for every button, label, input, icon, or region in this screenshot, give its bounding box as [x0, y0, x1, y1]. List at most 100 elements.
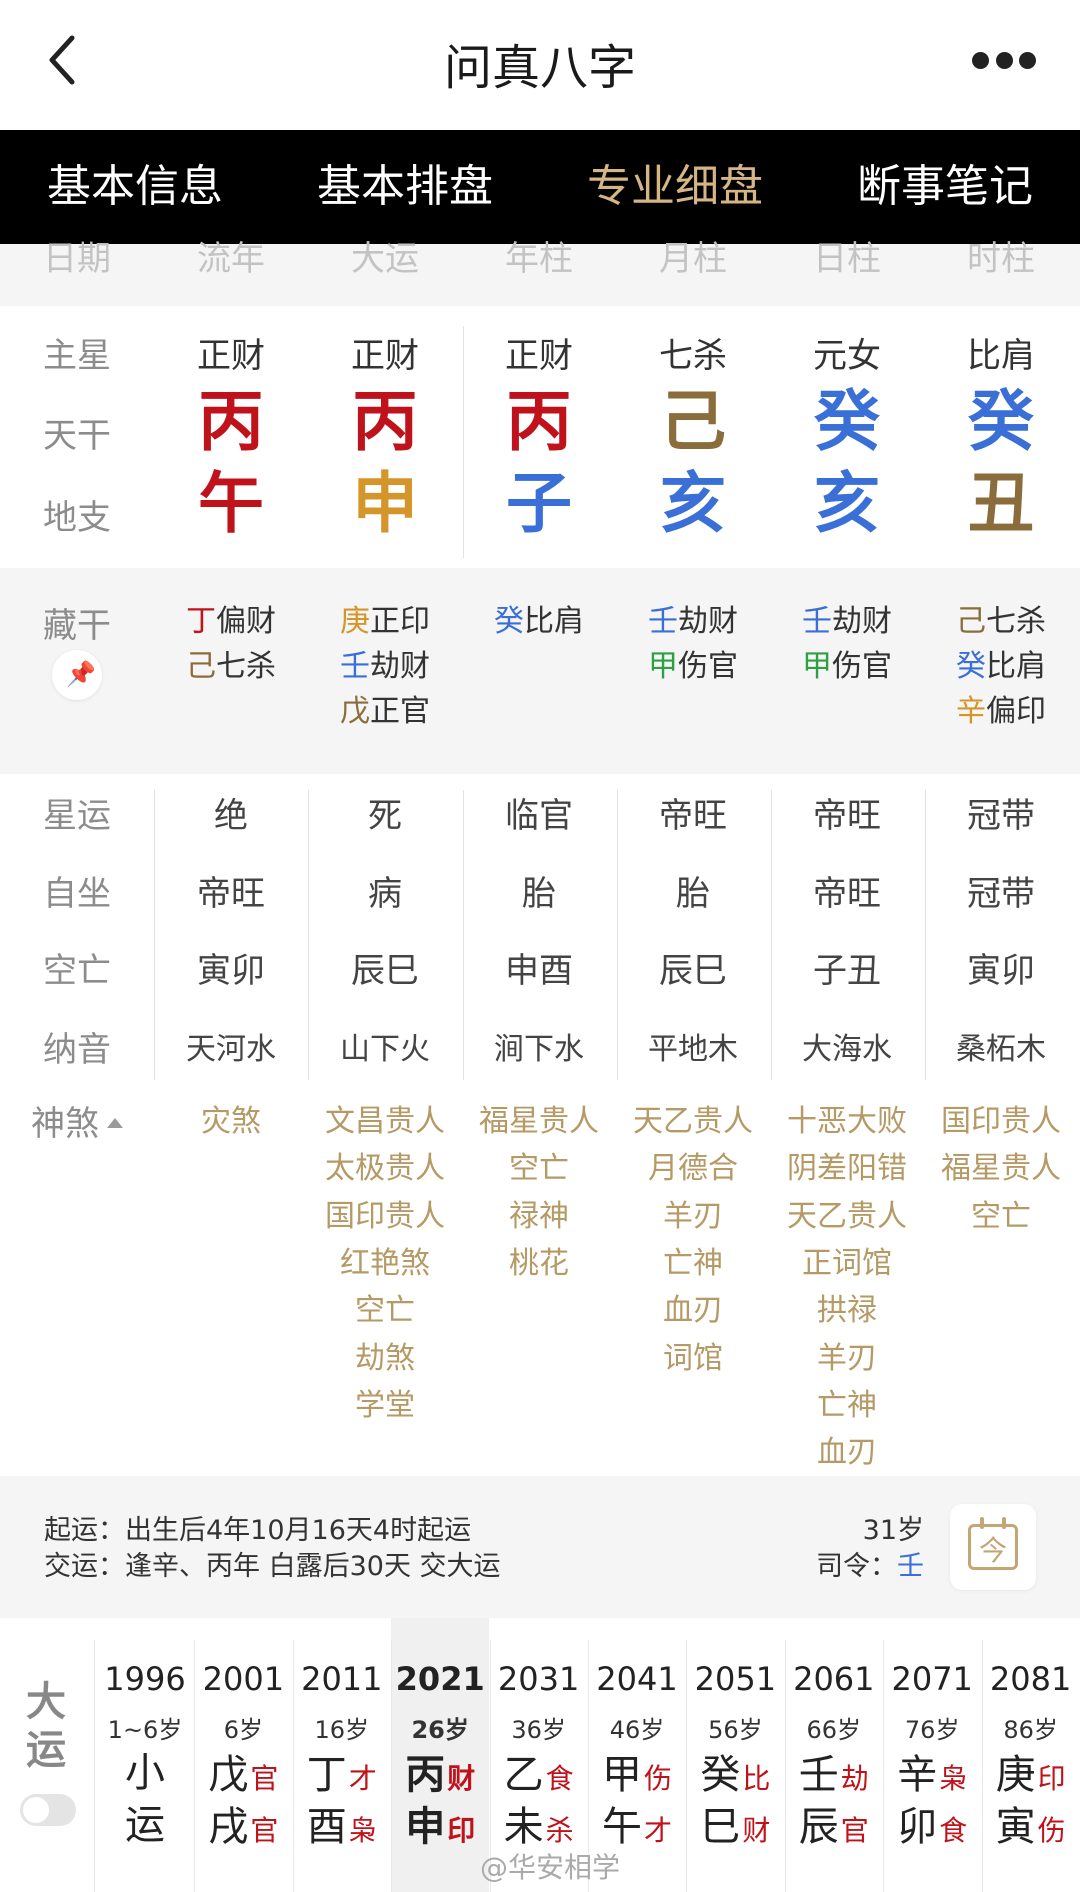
dayun-column[interactable]: 2021 26岁丙财申印: [391, 1618, 490, 1892]
hidden-stem-entry: 壬劫财: [770, 596, 924, 640]
hidden-stem-god: 劫财: [832, 604, 892, 639]
shensha-item: 正词馆: [802, 1245, 892, 1281]
more-dot-icon: [972, 52, 989, 69]
hidden-stem-entry: 辛偏印: [924, 686, 1078, 730]
void: 寅卯: [967, 951, 1035, 991]
divider: [981, 1640, 983, 1892]
hidden-stem-entry: 甲伤官: [770, 641, 924, 685]
shensha-item: 月德合: [648, 1151, 738, 1187]
dayun-pillar-row: 午才: [588, 1802, 686, 1852]
dayun-pillar-row: 卯食: [883, 1802, 981, 1852]
shensha-item: 劫煞: [355, 1340, 415, 1376]
hidden-stem-entry: 己七杀: [154, 641, 308, 685]
calendar-glyph: 今: [978, 1534, 1007, 1567]
hidden-stem: 辛: [956, 694, 986, 729]
row-label-shensha: 神煞: [31, 1104, 99, 1144]
main-star: 元女: [813, 336, 881, 376]
dayun-stem: 癸: [700, 1752, 741, 1798]
hidden-stem-god: 正官: [370, 694, 430, 729]
dayun-year: 2031: [497, 1660, 580, 1698]
dayun-year: 2061: [793, 1660, 875, 1698]
tab-basic-info[interactable]: 基本信息: [0, 130, 270, 244]
dayun-pillar-row: 辰官: [785, 1802, 883, 1852]
tab-professional-chart[interactable]: 专业细盘: [540, 130, 810, 244]
hidden-stem: 癸: [956, 649, 986, 684]
heavenly-stem: 丙: [198, 383, 264, 460]
dayun-year: 2001: [202, 1660, 285, 1698]
tab-notes[interactable]: 断事笔记: [810, 130, 1080, 244]
hidden-stem-god: 偏财: [216, 604, 276, 639]
shensha-item: 羊刃: [663, 1198, 723, 1234]
row-label-xingyun: 星运: [43, 796, 111, 836]
row-label-kongwang: 空亡: [43, 951, 111, 991]
dayun-ten-god: 伤: [1037, 1814, 1066, 1847]
shensha-item: 亡神: [663, 1245, 723, 1281]
hidden-stem: 己: [956, 604, 986, 639]
dayun-column[interactable]: 1996 1~6岁小运: [96, 1618, 194, 1892]
shensha-item: 桃花: [509, 1245, 569, 1281]
header-day-pillar: 日柱: [813, 239, 881, 279]
shensha-item: 空亡: [971, 1198, 1031, 1234]
dayun-column[interactable]: 2071 76岁辛枭卯食: [883, 1618, 981, 1892]
shensha-item: 血刃: [817, 1435, 877, 1471]
hidden-stem: 壬: [802, 604, 832, 639]
nayin: 平地木: [648, 1032, 738, 1067]
hidden-stem-god: 正印: [370, 604, 430, 639]
self-seat: 冠带: [967, 874, 1035, 914]
dayun-column[interactable]: 2051 56岁癸比巳财: [686, 1618, 784, 1892]
today-calendar-button[interactable]: 今: [950, 1504, 1036, 1590]
app-title: 问真八字: [443, 40, 636, 96]
star-luck-section: 星运 自坐 空亡 纳音 神煞 绝帝旺 寅卯 天河水 灾煞死病辰巳 山下火 文昌贵人 太极贵人…: [0, 774, 1080, 1476]
earthly-branch: 亥: [814, 465, 880, 542]
shensha-item: 天乙贵人: [787, 1198, 907, 1234]
heavenly-stem: 癸: [968, 383, 1034, 460]
void: 辰巳: [351, 951, 419, 991]
dayun-column[interactable]: 2061 66岁壬劫辰官: [785, 1618, 883, 1892]
dayun-pillar-row: 巳财: [686, 1802, 784, 1852]
dayun-branch: 卯: [897, 1804, 938, 1850]
star-luck: 死: [368, 796, 402, 836]
shensha-item: 阴差阳错: [787, 1151, 907, 1187]
hidden-stem-god: 劫财: [678, 604, 738, 639]
siling: 司令：壬: [816, 1544, 924, 1583]
shensha-item: 国印贵人: [941, 1104, 1061, 1139]
dayun-year: 1996: [104, 1660, 186, 1698]
hidden-stem-entry: 庚正印: [308, 596, 462, 640]
hidden-stem-god: 伤官: [678, 649, 738, 684]
dayun-column[interactable]: 2011 16岁丁才酉枭: [293, 1618, 391, 1892]
hidden-stem: 丁: [186, 604, 216, 639]
pin-button[interactable]: 📌: [52, 650, 102, 700]
dayun-ten-god: 财: [742, 1814, 771, 1847]
hidden-stem-god: 伤官: [832, 649, 892, 684]
dayun-ten-god: 劫: [840, 1762, 869, 1795]
header-month-pillar: 月柱: [659, 239, 727, 279]
dayun-branch: 未: [503, 1804, 544, 1850]
hidden-stem: 甲: [802, 649, 832, 684]
dayun-ten-god: 才: [348, 1762, 377, 1795]
row-label-nayin: 纳音: [43, 1030, 111, 1070]
dayun-toggle[interactable]: [20, 1794, 76, 1826]
shensha-toggle[interactable]: 神煞: [0, 1096, 154, 1145]
hidden-stem-entry: 己七杀: [924, 596, 1078, 640]
dayun-column[interactable]: 2081 86岁庚印寅伤: [982, 1618, 1080, 1892]
more-menu-button[interactable]: [972, 52, 1036, 70]
earthly-branch: 子: [506, 465, 572, 542]
xiaoyun-char: 运: [125, 1802, 165, 1848]
top-bar: 问真八字: [0, 0, 1080, 130]
dayun-column[interactable]: 2001 6岁戊官戌官: [194, 1618, 292, 1892]
dayun-pillar-row: 庚印: [982, 1750, 1080, 1800]
self-seat: 病: [368, 874, 402, 914]
dayun-branch: 酉: [306, 1804, 347, 1850]
row-label-zhuxing: 主星: [43, 336, 111, 376]
dayun-year: 2071: [891, 1660, 973, 1698]
dayun-ten-god: 比: [742, 1762, 771, 1795]
header-date: 日期: [43, 239, 111, 279]
hidden-stem-god: 七杀: [986, 604, 1046, 639]
dayun-age: 16岁: [314, 1716, 370, 1744]
siling-value: 壬: [897, 1551, 924, 1582]
shensha-item: 红艳煞: [340, 1245, 430, 1281]
divider: [94, 1640, 95, 1892]
hidden-stem-entry: 壬劫财: [616, 596, 770, 640]
tab-basic-chart[interactable]: 基本排盘: [270, 130, 540, 244]
earthly-branch: 亥: [660, 465, 726, 542]
